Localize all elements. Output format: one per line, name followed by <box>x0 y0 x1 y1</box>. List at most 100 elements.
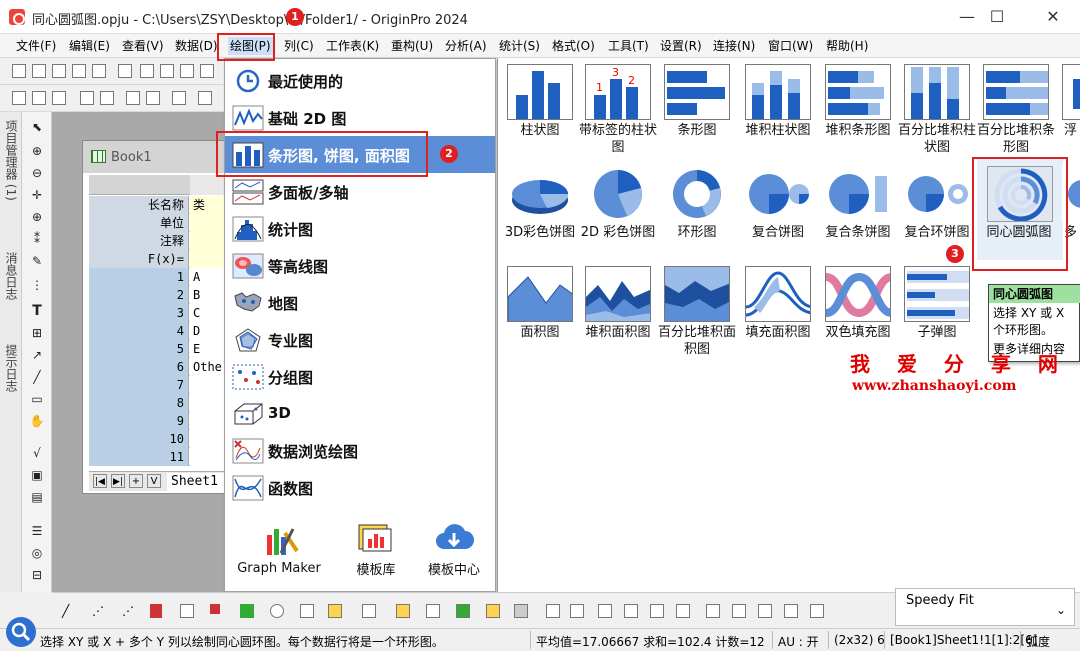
hand-tool-icon[interactable]: ✋ <box>29 414 45 428</box>
menu-data-exploration[interactable]: 数据浏览绘图 <box>225 432 495 469</box>
new-graph-icon[interactable] <box>92 64 106 78</box>
row-header[interactable]: 单位 <box>89 214 189 232</box>
gallery-item-area[interactable]: 面积图 <box>507 266 581 354</box>
gallery-item-two-color-fill[interactable]: 双色填充图 <box>825 266 899 354</box>
area-plot-icon[interactable] <box>240 604 254 618</box>
speedy-fit-dropdown[interactable]: Speedy Fit ⌄ <box>895 588 1075 626</box>
import-icon[interactable] <box>200 64 214 78</box>
row-header[interactable]: 6 <box>89 358 189 376</box>
new-workbook-icon[interactable] <box>52 64 66 78</box>
menu-window[interactable]: 窗口(W) <box>766 37 815 55</box>
insert-icon[interactable] <box>100 91 114 105</box>
gallery-item-stacked-area[interactable]: 堆积面积图 <box>585 266 659 354</box>
menu-view[interactable]: 查看(V) <box>120 37 166 55</box>
row-header[interactable]: 4 <box>89 322 189 340</box>
gallery-item-ring-of-pie[interactable]: 复合环饼图 <box>904 166 978 258</box>
hints-log-tab[interactable]: 提示日志 <box>3 344 20 392</box>
menu-format[interactable]: 格式(O) <box>550 37 597 55</box>
gallery-item-pie-of-pie[interactable]: 复合饼图 <box>745 166 819 258</box>
data-reader-icon[interactable]: ✛ <box>29 188 45 202</box>
open-icon[interactable] <box>140 64 154 78</box>
forward-icon[interactable] <box>32 91 46 105</box>
layer-settings-icon[interactable] <box>598 604 612 618</box>
sheet-list-button[interactable]: V <box>147 474 161 488</box>
layer-icon[interactable]: ▤ <box>29 490 45 504</box>
surface-plot-icon[interactable] <box>396 604 410 618</box>
menu-grouped[interactable]: 分组图 <box>225 358 495 395</box>
gallery-item-percent-stacked-area[interactable]: 百分比堆积面积图 <box>658 266 738 357</box>
menu-connectivity[interactable]: 连接(N) <box>711 37 757 55</box>
menu-statistics-plots[interactable]: 统计图 <box>225 210 495 247</box>
new-matrix-icon[interactable] <box>72 64 86 78</box>
mask-icon[interactable]: ⋮ <box>29 278 45 292</box>
gallery-item-stacked-column[interactable]: 堆积柱状图 <box>745 64 819 160</box>
gallery-item-floating-bar[interactable]: 浮 <box>1062 64 1080 160</box>
distribute-icon[interactable] <box>676 604 690 618</box>
gallery-item-stacked-bar[interactable]: 堆积条形图 <box>825 64 899 160</box>
maximize-button[interactable]: ☐ <box>974 0 1020 34</box>
bring-front-icon[interactable] <box>732 604 746 618</box>
sheet-last-button[interactable]: ▶| <box>111 474 125 488</box>
template-center-button[interactable]: 模板中心 <box>421 521 487 583</box>
menu-reshape[interactable]: 重构(U) <box>389 37 435 55</box>
new-function-icon[interactable] <box>118 64 132 78</box>
group-objects-icon[interactable] <box>784 604 798 618</box>
list-icon[interactable]: ☰ <box>29 524 45 538</box>
graph-insert-icon[interactable]: ▣ <box>29 468 45 482</box>
gallery-item-percent-stacked-bar[interactable]: 百分比堆积条形图 <box>977 64 1057 160</box>
sheet1-tab[interactable]: Sheet1 <box>167 473 227 491</box>
gallery-item-column-chart[interactable]: 柱状图 <box>507 64 581 160</box>
menu-specialized[interactable]: 专业图 <box>225 321 495 358</box>
menu-multipanel[interactable]: 多面板/多轴 <box>225 173 495 210</box>
search-icon[interactable] <box>4 615 38 649</box>
sheet-first-button[interactable]: |◀ <box>93 474 107 488</box>
rectangle-tool-icon[interactable]: ▭ <box>29 392 45 406</box>
pin-icon[interactable] <box>146 91 160 105</box>
xyz-plot-icon[interactable] <box>426 604 440 618</box>
gallery-item-fill-area[interactable]: 填充面积图 <box>745 266 819 354</box>
menu-file[interactable]: 文件(F) <box>14 37 58 55</box>
refresh-icon[interactable] <box>52 91 66 105</box>
graph-maker-button[interactable]: Graph Maker <box>231 521 327 583</box>
table-tool-icon[interactable]: ⊞ <box>29 326 45 340</box>
line-symbol-icon[interactable]: ⋰ <box>122 604 136 618</box>
menu-analysis[interactable]: 分析(A) <box>443 37 489 55</box>
new-folder-icon[interactable] <box>32 64 46 78</box>
row-header[interactable]: 1 <box>89 268 189 286</box>
row-header[interactable]: 注释 <box>89 232 189 250</box>
zoom-out-icon[interactable]: ⊖ <box>29 166 45 180</box>
add-column-icon[interactable] <box>80 91 94 105</box>
formula-icon[interactable]: √ <box>29 446 45 460</box>
close-button[interactable]: ✕ <box>1030 0 1076 34</box>
menu-recent-plots[interactable]: 最近使用的 <box>225 62 495 99</box>
divider-tool-icon[interactable]: ⊟ <box>29 568 45 582</box>
send-back-icon[interactable] <box>758 604 772 618</box>
menu-contour[interactable]: 等高线图 <box>225 247 495 284</box>
align-left-icon[interactable] <box>624 604 638 618</box>
menu-map[interactable]: 地图 <box>225 284 495 321</box>
row-header[interactable]: 3 <box>89 304 189 322</box>
menu-column[interactable]: 列(C) <box>282 37 316 55</box>
template-plot-icon[interactable] <box>328 604 342 618</box>
menu-statistics[interactable]: 统计(S) <box>497 37 542 55</box>
gallery-item-percent-stacked-column[interactable]: 百分比堆积柱状图 <box>898 64 978 160</box>
radar-plot-icon[interactable] <box>270 604 284 618</box>
box-plot-icon[interactable] <box>300 604 314 618</box>
row-header[interactable]: F(x)= <box>89 250 189 268</box>
arrow-tool-icon[interactable]: ↗ <box>29 348 45 362</box>
menu-data[interactable]: 数据(D) <box>173 37 220 55</box>
save-icon[interactable] <box>160 64 174 78</box>
messages-log-tab[interactable]: 消息日志 <box>3 252 20 300</box>
gallery-item-doughnut[interactable]: 环形图 <box>664 166 738 258</box>
undo-icon[interactable] <box>172 91 186 105</box>
row-header[interactable]: 8 <box>89 394 189 412</box>
pointer-icon[interactable]: ⬉ <box>29 120 45 134</box>
line-plot-icon[interactable]: ╱ <box>62 604 76 618</box>
menu-preferences[interactable]: 设置(R) <box>658 37 704 55</box>
row-header[interactable]: 11 <box>89 448 189 466</box>
template-library-button[interactable]: 模板库 <box>343 521 409 583</box>
mask-tool-icon[interactable] <box>546 604 560 618</box>
draw-data-icon[interactable]: ✎ <box>29 254 45 268</box>
add-sheet-button[interactable]: + <box>129 474 143 488</box>
menu-help[interactable]: 帮助(H) <box>824 37 870 55</box>
